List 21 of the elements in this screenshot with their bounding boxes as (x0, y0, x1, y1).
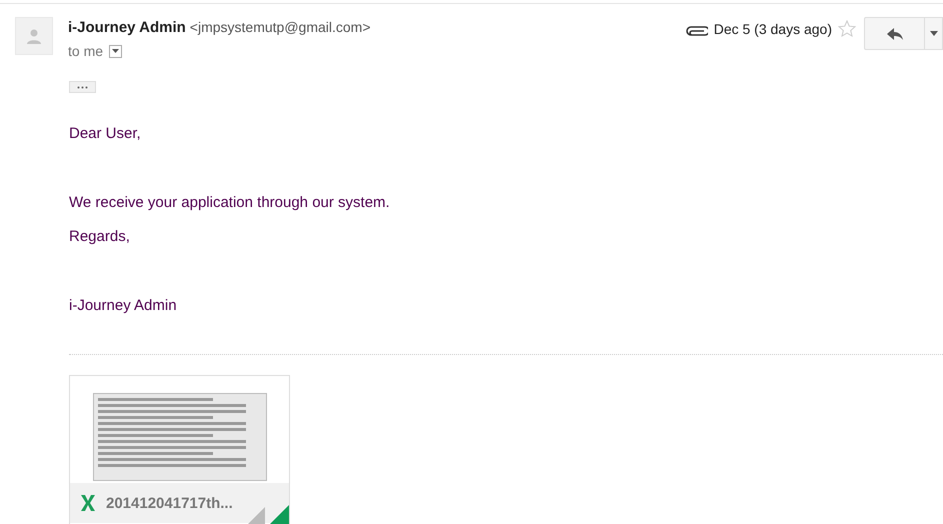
message-paragraph: Regards, (69, 228, 131, 245)
spreadsheet-icon (80, 494, 96, 512)
more-button[interactable] (925, 17, 943, 50)
show-trimmed-button[interactable] (69, 81, 96, 93)
details-dropdown[interactable] (109, 44, 122, 58)
reply-button[interactable] (864, 17, 925, 50)
attachment-card[interactable]: 201412041717th... (69, 375, 290, 524)
sender-name: i-Journey Admin (68, 19, 186, 36)
avatar-icon (15, 17, 53, 55)
message-paragraph: We receive your application through our system. (69, 194, 391, 211)
sender-email: <jmpsystemutp@gmail.com> (190, 19, 371, 35)
recipient-label: to me (68, 43, 104, 59)
message-paragraph: i-Journey Admin (69, 297, 178, 314)
reply-icon (886, 28, 902, 40)
caret-icon (930, 31, 938, 36)
attachment-name: 201412041717th... (106, 494, 233, 512)
paperclip-icon (686, 25, 708, 37)
message-paragraph: Dear User, (69, 125, 142, 142)
ellipsis-icon (77, 86, 88, 88)
caret-icon (112, 49, 120, 53)
message-date: Dec 5 (3 days ago) (714, 21, 832, 37)
